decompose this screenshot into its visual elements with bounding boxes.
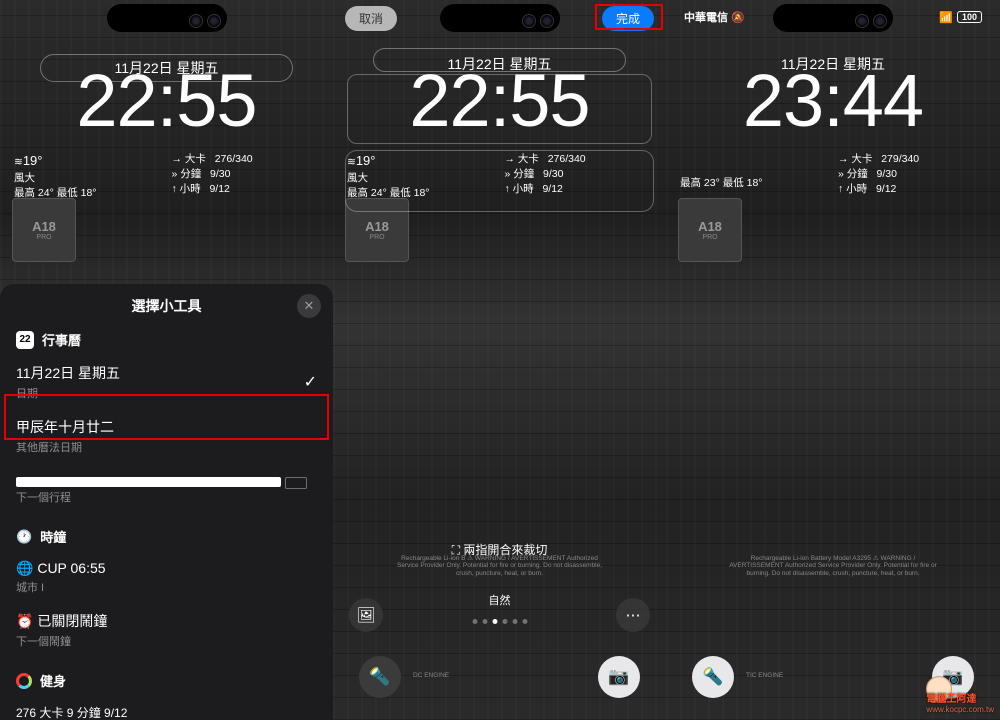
sheet-title: 選擇小工具 (0, 296, 333, 316)
option-sub: 日期 (16, 385, 120, 401)
dot (482, 619, 487, 624)
section-fitness: 健身 (16, 671, 317, 690)
fitness-widget[interactable]: → 大卡 276/340 » 分鐘 9/30 ↑ 小時 9/12 (495, 152, 653, 210)
engine-label: TIC ENGINE (746, 672, 783, 680)
editor-topbar: 取消 完成 (333, 6, 666, 31)
watermark: 電腦王阿達 www.kocpc.com.tw (926, 690, 994, 714)
dot (512, 619, 517, 624)
weather-widget[interactable]: 最高 23° 最低 18° (680, 152, 828, 210)
widget-option-date[interactable]: 11月22日 星期五 日期 ✓ (16, 355, 317, 409)
option-sub: 其他曆法日期 (16, 439, 317, 455)
lockscreen-clock[interactable]: 22:55 (0, 64, 333, 138)
activity-rings-icon (16, 673, 32, 689)
minutes-value: 9/30 (210, 168, 230, 180)
alarm-icon: ⏰ (16, 613, 33, 629)
battery-indicator: 100 (957, 11, 982, 23)
flashlight-icon: 🔦 (702, 667, 723, 687)
dot (472, 619, 477, 624)
wind-icon: ≋ (14, 156, 23, 168)
option-sub: 下一個鬧鐘 (16, 633, 317, 649)
chip-sub: PRO (36, 234, 51, 241)
widget-option-alarm[interactable]: ⏰ 已關閉鬧鐘 下一個鬧鐘 (16, 603, 317, 657)
done-button[interactable]: 完成 (602, 6, 654, 31)
pinch-hint: ⛶ 兩指開合來裁切 (333, 541, 666, 558)
wifi-icon: 📶 (939, 11, 953, 24)
lockscreen-widgets[interactable]: 最高 23° 最低 18° → 大卡 279/340 » 分鐘 9/30 ↑ 小… (680, 152, 986, 210)
wind-label: 風大 (14, 171, 162, 186)
progress-bar-icon (16, 477, 281, 487)
widget-picker-sheet: 選擇小工具 ✕ 22 行事曆 11月22日 星期五 日期 ✓ 甲辰年十月廿二 其… (0, 284, 333, 720)
calendar-app-icon: 22 (16, 331, 34, 349)
clock-icon: 🕐 (16, 529, 32, 545)
checkmark-icon: ✓ (304, 372, 317, 392)
flashlight-button[interactable]: 🔦 (359, 656, 401, 698)
dot (502, 619, 507, 624)
lockscreen-clock: 23:44 (666, 64, 1000, 138)
option-sub: 下一個行程 (16, 489, 317, 505)
option-title: 11月22日 星期五 (16, 363, 120, 383)
carrier-name: 中華電信 (684, 12, 728, 24)
crop-icon: ⛶ (452, 543, 460, 557)
close-button[interactable]: ✕ (297, 294, 321, 318)
watermark-name: 電腦王阿達 (926, 694, 976, 705)
minutes-label: » 分鐘 (172, 168, 202, 180)
temperature: 19° (23, 153, 43, 168)
more-button[interactable]: ⋯ (616, 598, 650, 632)
wind-icon: ≋ (347, 156, 356, 168)
option-sub: 城市 I (16, 579, 317, 595)
calories-label: → 大卡 (172, 153, 206, 165)
section-clock: 🕐 時鐘 (16, 527, 317, 546)
option-title: 甲辰年十月廿二 (16, 417, 317, 437)
status-bar: 中華電信 🔕 📶 100 (666, 8, 1000, 26)
dot (522, 619, 527, 624)
hi-lo: 最高 23° 最低 18° (680, 176, 828, 191)
dot-current (492, 619, 497, 624)
lockscreen-widgets[interactable]: ≋19° 風大 最高 24° 最低 18° → 大卡 276/340 » 分鐘 … (347, 152, 652, 210)
battery-warning-text: Rechargeable Li-ion Battery Model A3295 … (726, 555, 940, 578)
chip-name: A18 (32, 219, 56, 234)
widget-option-fitness[interactable]: 276 大卡 9 分鐘 9/12 (16, 696, 317, 720)
camera-lens-icon (207, 14, 221, 28)
camera-button[interactable]: 📷 (598, 656, 640, 698)
weather-widget[interactable]: ≋19° 風大 最高 24° 最低 18° (14, 152, 162, 210)
battery-warning-text: Rechargeable Li-ion B ⚠ WARNING / AVERTI… (393, 555, 606, 578)
lockscreen-clock[interactable]: 22:55 (333, 64, 666, 138)
widget-option-world-clock[interactable]: 🌐 CUP 06:55 城市 I (16, 552, 317, 603)
camera-icon: 📷 (608, 667, 629, 687)
section-calendar: 22 行事曆 (16, 330, 317, 349)
widget-option-next-event[interactable]: 下一個行程 (16, 463, 317, 513)
phone-screenshot-3: A18 PRO Rechargeable Li-ion Battery Mode… (666, 0, 1000, 720)
fitness-widget[interactable]: → 大卡 279/340 » 分鐘 9/30 ↑ 小時 9/12 (828, 152, 986, 210)
dynamic-island (107, 4, 227, 32)
cancel-button[interactable]: 取消 (345, 6, 397, 31)
camera-lens-icon (189, 14, 203, 28)
hours-label: ↑ 小時 (172, 183, 201, 195)
fitness-widget[interactable]: → 大卡 276/340 » 分鐘 9/30 ↑ 小時 9/12 (162, 152, 320, 210)
phone-screenshot-2: A18 PRO Rechargeable Li-ion B ⚠ WARNING … (333, 0, 666, 720)
silent-icon: 🔕 (731, 12, 745, 24)
lockscreen-widgets[interactable]: ≋19° 風大 最高 24° 最低 18° → 大卡 276/340 » 分鐘 … (14, 152, 319, 210)
globe-icon: 🌐 (16, 560, 33, 576)
flashlight-icon: 🔦 (369, 667, 390, 687)
phone-screenshot-1: A18 PRO 11月22日 星期五 22:55 ≋19° 風大 最高 24° … (0, 0, 333, 720)
widget-option-alt-date[interactable]: 甲辰年十月廿二 其他曆法日期 (16, 409, 317, 463)
engine-label: DC ENGINE (413, 672, 449, 680)
photo-picker-button[interactable]: 🖼 (349, 598, 383, 632)
calories-value: 276/340 (215, 153, 253, 165)
watermark-url: www.kocpc.com.tw (926, 705, 994, 714)
hours-value: 9/12 (209, 183, 229, 195)
style-name: 自然 (489, 592, 511, 608)
weather-widget[interactable]: ≋19° 風大 最高 24° 最低 18° (347, 152, 495, 210)
page-dots (472, 619, 527, 624)
hi-lo: 最高 24° 最低 18° (14, 186, 162, 201)
flashlight-button[interactable]: 🔦 (692, 656, 734, 698)
